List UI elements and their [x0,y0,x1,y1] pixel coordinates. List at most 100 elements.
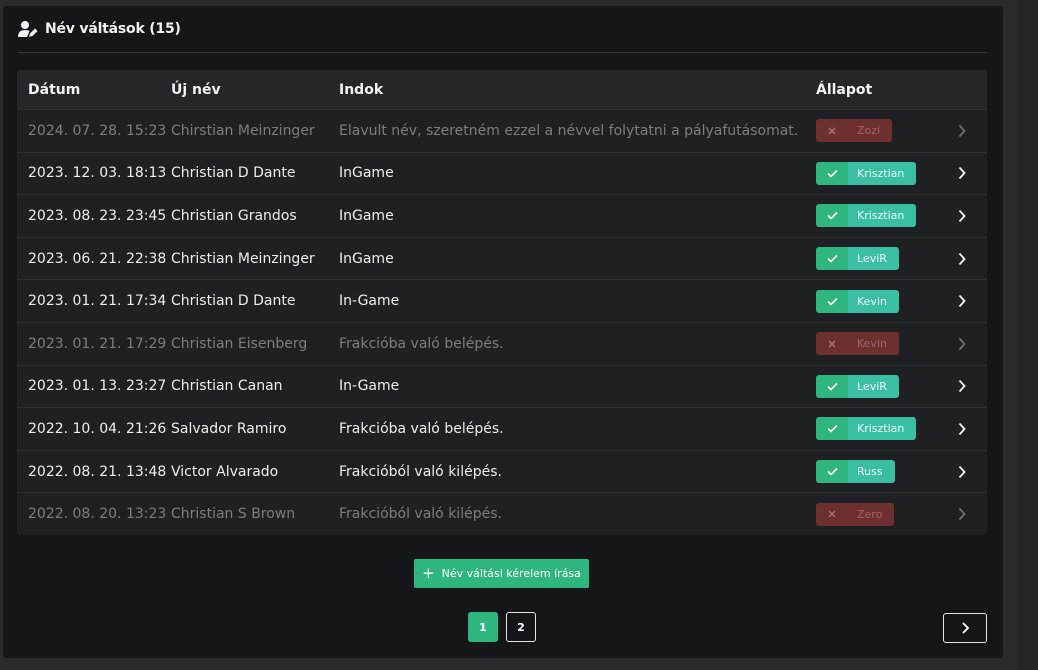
check-icon [816,460,848,484]
panel-header: Név váltások (15) [18,6,987,53]
status-badge: Krisztian [816,417,917,441]
check-icon [816,161,848,185]
chevron-right-icon [958,295,966,308]
table-row[interactable]: 2022. 08. 21. 13:48 Victor Alvarado Frakci… [17,449,987,493]
status-badge: LeviR [816,374,899,398]
next-page-button[interactable] [943,613,987,643]
chevron-right-icon [958,465,966,478]
row-date: 2023. 12. 03. 18:13 [28,165,167,182]
page-title: Név váltások (15) [45,21,181,37]
table-row[interactable]: 2022. 08. 20. 13:23 Christian S Brown Frak… [17,492,987,535]
user-edit-icon [18,19,38,39]
chevron-right-icon [958,422,966,436]
status-badge: Krisztian [816,161,917,185]
row-new-name: Christian Canan [171,378,283,395]
row-expand-button[interactable] [936,379,987,393]
row-reason: InGame [339,165,394,182]
table-row[interactable]: 2024. 07. 28. 15:23 Chirstian Meinzinger E… [17,109,987,152]
table-row[interactable]: 2023. 01. 13. 23:27 Christian Canan In-Gam… [17,364,987,408]
row-expand-button[interactable] [936,166,987,180]
status-badge: Russ [816,460,895,484]
plus-icon: + [422,564,435,582]
row-new-name: Christian Meinzinger [171,250,315,267]
table-row[interactable]: 2023. 01. 21. 17:34 Christian D Dante In-G… [17,279,987,322]
page-button-1[interactable]: 1 [468,612,498,642]
row-date: 2022. 08. 21. 13:48 [28,463,167,480]
table-header: Dátum Új név Indok Állapot [17,70,987,109]
row-new-name: Salvador Ramiro [171,420,287,437]
check-icon [816,374,848,398]
chevron-right-icon [958,337,966,350]
row-date: 2023. 08. 23. 23:45 [28,207,167,224]
row-expand-button[interactable] [936,252,987,266]
chevron-right-icon [958,167,966,180]
table-body: 2024. 07. 28. 15:23 Chirstian Meinzinger E… [17,109,987,535]
cross-icon [816,119,848,143]
row-expand-button[interactable] [936,422,987,436]
status-handler: Zero [848,502,895,526]
status-handler: Kevin [848,289,899,313]
row-expand-button[interactable] [936,507,987,521]
row-new-name: Chirstian Meinzinger [171,122,315,139]
row-reason: InGame [339,250,394,267]
status-handler: LeviR [848,374,899,398]
table-row[interactable]: 2023. 06. 21. 22:38 Christian Meinzinger I… [17,236,987,280]
status-handler: Kevin [848,332,899,356]
row-reason: Frakcióból való kilépés. [339,506,502,523]
name-changes-panel: Név váltások (15) Dátum Új név Indok Áll… [3,6,1003,658]
status-handler: Russ [848,460,895,484]
row-reason: In-Game [339,378,400,395]
status-handler: Zozi [848,119,893,143]
column-header-reason: Indok [339,81,384,98]
row-date: 2022. 08. 20. 13:23 [28,506,167,523]
table-row[interactable]: 2023. 01. 21. 17:29 Christian Eisenberg Fr… [17,321,987,365]
chevron-right-icon [958,252,966,265]
chevron-right-icon [958,508,966,521]
row-reason: In-Game [339,293,400,310]
row-new-name: Christian D Dante [171,293,296,310]
row-expand-button[interactable] [936,465,987,479]
row-expand-button[interactable] [936,124,987,138]
row-expand-button[interactable] [936,294,987,308]
table-row[interactable]: 2022. 10. 04. 21:26 Salvador Ramiro Frakci… [17,407,987,450]
row-expand-button[interactable] [936,209,987,223]
table-row[interactable]: 2023. 08. 23. 23:45 Christian Grandos InGa… [17,194,987,237]
status-badge: LeviR [816,247,899,271]
row-date: 2023. 01. 13. 23:27 [28,378,167,395]
row-new-name: Christian S Brown [171,506,296,523]
status-badge: Zero [816,502,895,526]
row-reason: Elavult név, szeretném ezzel a névvel fo… [339,122,799,139]
chevron-right-icon [962,622,970,634]
row-date: 2022. 10. 04. 21:26 [28,420,167,437]
row-date: 2023. 01. 21. 17:29 [28,335,167,352]
table-row[interactable]: 2023. 12. 03. 18:13 Christian D Dante InGa… [17,151,987,195]
name-changes-table: Dátum Új név Indok Állapot 2024. 07. 28.… [17,70,987,535]
row-reason: Frakcióból való kilépés. [339,463,502,480]
row-date: 2023. 01. 21. 17:34 [28,293,167,310]
row-new-name: Victor Alvarado [171,463,279,480]
status-badge: Zozi [816,119,893,143]
page-scrollbar[interactable] [1017,0,1038,670]
column-header-date: Dátum [28,81,81,98]
row-new-name: Christian Eisenberg [171,335,308,352]
row-reason: Frakcióba való belépés. [339,420,504,437]
chevron-right-icon [958,380,966,393]
status-badge: Krisztian [816,204,917,228]
status-handler: Krisztian [848,417,917,441]
row-new-name: Christian Grandos [171,207,297,224]
column-header-new-name: Új név [171,81,221,98]
check-icon [816,247,848,271]
page-button-2[interactable]: 2 [506,612,536,642]
cross-icon [816,502,848,526]
status-badge: Kevin [816,332,899,356]
chevron-right-icon [958,209,966,223]
row-date: 2023. 06. 21. 22:38 [28,250,167,267]
check-icon [816,204,848,228]
row-expand-button[interactable] [936,337,987,351]
cross-icon [816,332,848,356]
add-name-change-request-button[interactable]: + Név váltási kérelem írása [414,559,589,588]
row-reason: Frakcióba való belépés. [339,335,504,352]
status-handler: Krisztian [848,204,917,228]
row-date: 2024. 07. 28. 15:23 [28,122,167,139]
status-badge: Kevin [816,289,899,313]
